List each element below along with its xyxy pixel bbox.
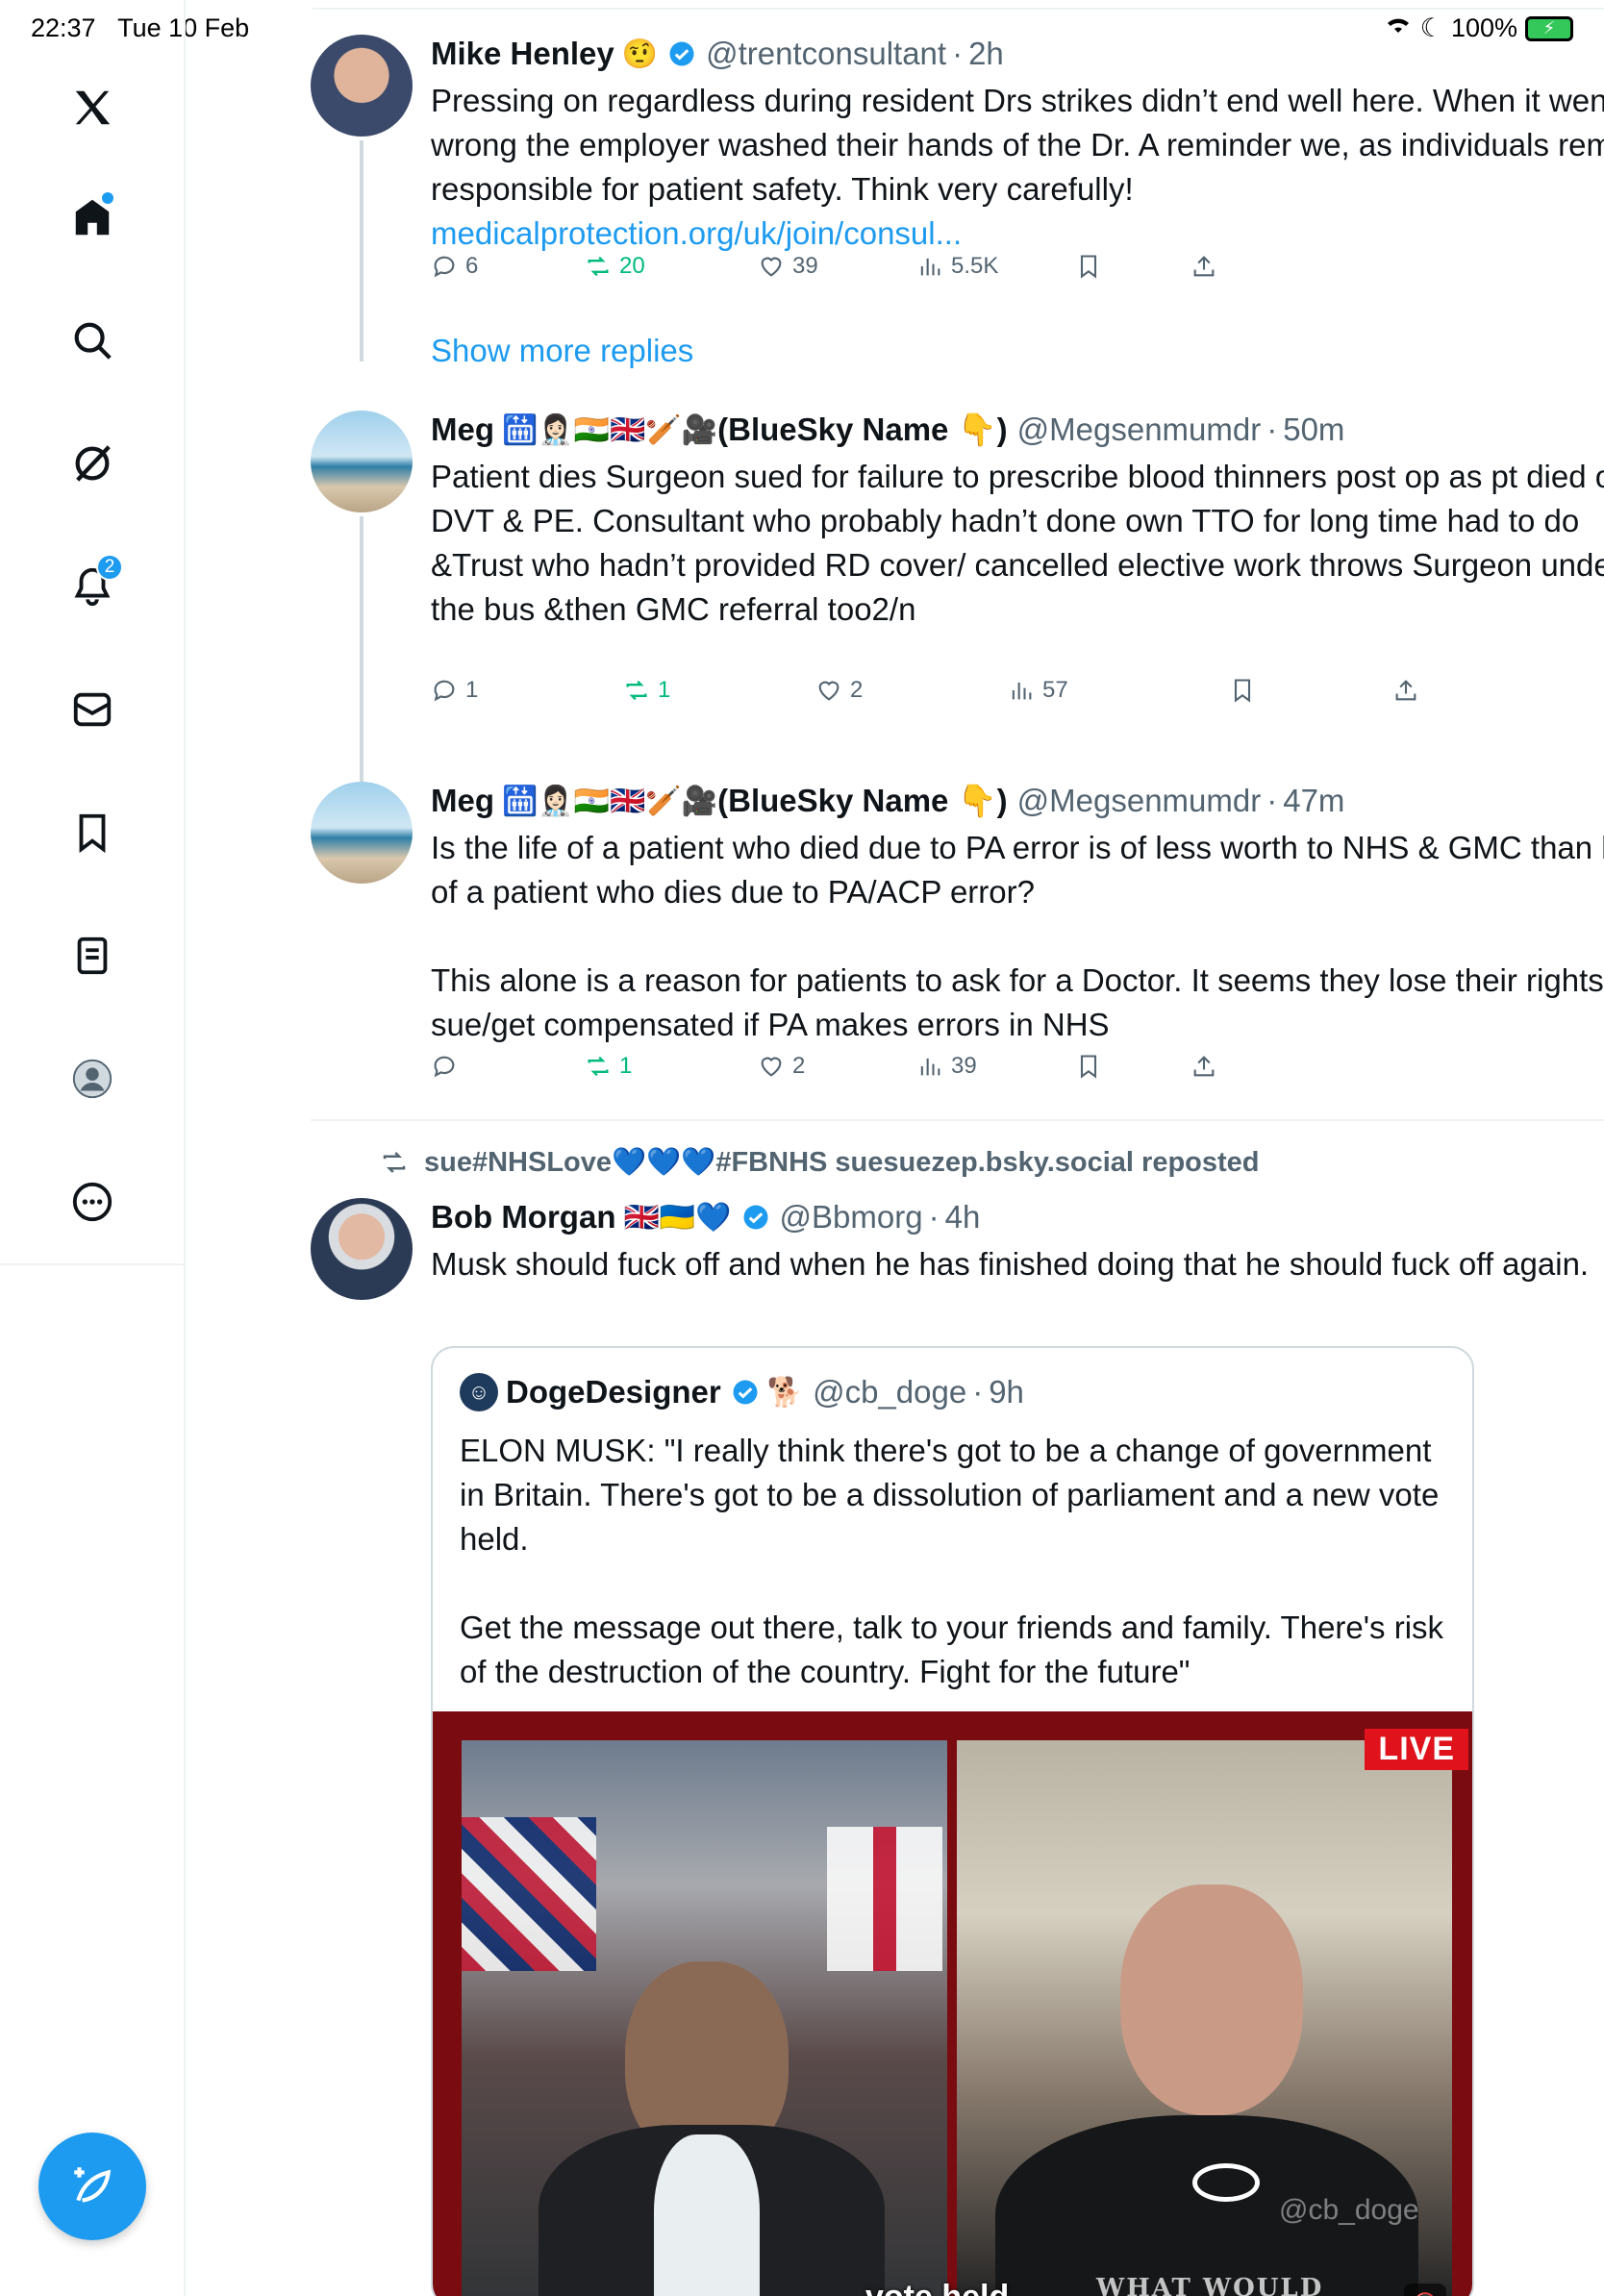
- video-player[interactable]: LIVE @cb_doge WHAT WOULD vote held. 🔇: [433, 1711, 1472, 2296]
- notifications-badge: 2: [96, 554, 123, 581]
- quoted-author-handle[interactable]: @cb_doge: [813, 1374, 966, 1410]
- home-badge-dot: [102, 192, 113, 204]
- like-button[interactable]: 39: [758, 253, 818, 280]
- author-emoji: 🤨: [621, 37, 659, 71]
- home-icon[interactable]: [54, 179, 131, 256]
- tweet-text: Patient dies Surgeon sued for failure to…: [431, 459, 1604, 627]
- author-name[interactable]: Bob Morgan: [431, 1199, 615, 1235]
- reply-button[interactable]: 1: [431, 677, 478, 704]
- tweet-header: Bob Morgan 🇬🇧🇺🇦💙 @Bbmorg · 4h: [431, 1199, 981, 1235]
- thread-line: [360, 140, 363, 362]
- search-icon[interactable]: [54, 302, 131, 379]
- bookmark-button[interactable]: [1075, 253, 1102, 280]
- video-left-panel: [462, 1740, 947, 2296]
- mute-icon[interactable]: 🔇: [1404, 2284, 1446, 2296]
- live-badge: LIVE: [1365, 1729, 1468, 1770]
- bookmark-button[interactable]: [1075, 1053, 1102, 1080]
- repost-indicator[interactable]: sue#NHSLove💙💙💙#FBNHS suesuezep.bsky.soci…: [378, 1146, 1260, 1179]
- tweet-link[interactable]: medicalprotection.org/uk/join/consul...: [431, 215, 962, 251]
- tweet-text: Is the life of a patient who died due to…: [431, 830, 1604, 1042]
- views-button[interactable]: 39: [916, 1053, 977, 1080]
- tweet-time[interactable]: 2h: [968, 36, 1004, 72]
- tweet-divider: [311, 1119, 1604, 1121]
- repost-button[interactable]: 1: [585, 1053, 632, 1080]
- tweet-text: Musk should fuck off and when he has fin…: [431, 1246, 1590, 1282]
- quoted-tweet-time[interactable]: 9h: [989, 1374, 1024, 1410]
- author-name-suffix: (BlueSky Name 👇): [717, 411, 1008, 447]
- quoted-author-name[interactable]: DogeDesigner: [506, 1374, 721, 1410]
- verified-badge-icon: [731, 1378, 760, 1407]
- tweet-time[interactable]: 47m: [1283, 783, 1344, 819]
- views-button[interactable]: 57: [1008, 677, 1068, 704]
- share-button[interactable]: [1190, 253, 1217, 280]
- x-logo-icon[interactable]: [54, 69, 131, 146]
- like-button[interactable]: 2: [815, 677, 863, 704]
- author-handle[interactable]: @Megsenmumdr: [1017, 783, 1262, 819]
- avatar[interactable]: [311, 411, 413, 512]
- video-caption: vote held.: [865, 2279, 1018, 2296]
- avatar[interactable]: [311, 1198, 413, 1300]
- timeline: Mike Henley 🤨 @trentconsultant · 2h 𝕏 Pr…: [186, 0, 1604, 2296]
- author-emoji: 🛗👩🏻‍⚕️🇮🇳🇬🇧🏏🎥: [502, 412, 718, 447]
- quoted-tweet-header: ☺ DogeDesigner 🐕 @cb_doge · 9h: [460, 1373, 1024, 1411]
- verified-badge-icon: [741, 1203, 770, 1232]
- video-logo-text: WHAT WOULD: [1096, 2274, 1324, 2296]
- author-handle[interactable]: @Megsenmumdr: [1017, 412, 1262, 448]
- quoted-tweet-text: ELON MUSK: "I really think there's got t…: [460, 1433, 1444, 1689]
- quoted-author-emoji: 🐕: [766, 1375, 804, 1410]
- tweet-header: Meg 🛗👩🏻‍⚕️🇮🇳🇬🇧🏏🎥 (BlueSky Name 👇) @Megse…: [431, 782, 1345, 819]
- messages-icon[interactable]: [54, 671, 131, 748]
- repost-button[interactable]: 20: [585, 253, 645, 280]
- tweet-header: Meg 🛗👩🏻‍⚕️🇮🇳🇬🇧🏏🎥 (BlueSky Name 👇) @Megse…: [431, 411, 1345, 448]
- repost-button[interactable]: 1: [623, 677, 670, 704]
- notifications-bell-icon[interactable]: 2: [54, 548, 131, 625]
- sidebar: 2: [0, 0, 186, 2296]
- top-divider: [313, 8, 1604, 10]
- quoted-tweet[interactable]: ☺ DogeDesigner 🐕 @cb_doge · 9h ELON MUSK…: [431, 1346, 1474, 2296]
- show-more-replies-link[interactable]: Show more replies: [431, 333, 693, 369]
- avatar[interactable]: [311, 35, 413, 137]
- share-button[interactable]: [1392, 677, 1419, 704]
- author-name[interactable]: Meg: [431, 783, 494, 819]
- author-emoji: 🇬🇧🇺🇦💙: [623, 1200, 732, 1235]
- author-handle[interactable]: @Bbmorg: [780, 1199, 923, 1235]
- tweet-time[interactable]: 50m: [1283, 412, 1344, 448]
- grok-icon[interactable]: [54, 425, 131, 502]
- avatar[interactable]: [311, 782, 413, 884]
- author-name-suffix: (BlueSky Name 👇): [717, 782, 1008, 818]
- tweet-time[interactable]: 4h: [945, 1199, 981, 1235]
- author-handle[interactable]: @trentconsultant: [706, 36, 946, 72]
- eye-logo-icon: [1192, 2163, 1260, 2202]
- author-name[interactable]: Meg: [431, 412, 494, 448]
- compose-post-button[interactable]: [38, 2133, 146, 2240]
- tweet-header: Mike Henley 🤨 @trentconsultant · 2h: [431, 36, 1004, 72]
- quoted-avatar[interactable]: ☺: [460, 1373, 498, 1411]
- author-name[interactable]: Mike Henley: [431, 36, 614, 72]
- bookmark-icon[interactable]: [54, 794, 131, 871]
- more-options-icon[interactable]: [54, 1163, 131, 1240]
- reply-button[interactable]: 6: [431, 253, 478, 280]
- author-emoji: 🛗👩🏻‍⚕️🇮🇳🇬🇧🏏🎥: [502, 784, 718, 818]
- lists-icon[interactable]: [54, 917, 131, 994]
- views-button[interactable]: 5.5K: [916, 253, 998, 280]
- share-button[interactable]: [1190, 1053, 1217, 1080]
- repost-icon: [383, 1152, 406, 1173]
- like-button[interactable]: 2: [758, 1053, 805, 1080]
- sidebar-divider: [0, 1263, 186, 1265]
- bookmark-button[interactable]: [1229, 677, 1256, 704]
- tweet-text: Pressing on regardless during resident D…: [431, 83, 1604, 251]
- reply-button[interactable]: [431, 1053, 465, 1080]
- video-watermark: @cb_doge: [1279, 2194, 1419, 2226]
- profile-avatar-icon[interactable]: [54, 1040, 131, 1117]
- verified-badge-icon: [667, 39, 696, 68]
